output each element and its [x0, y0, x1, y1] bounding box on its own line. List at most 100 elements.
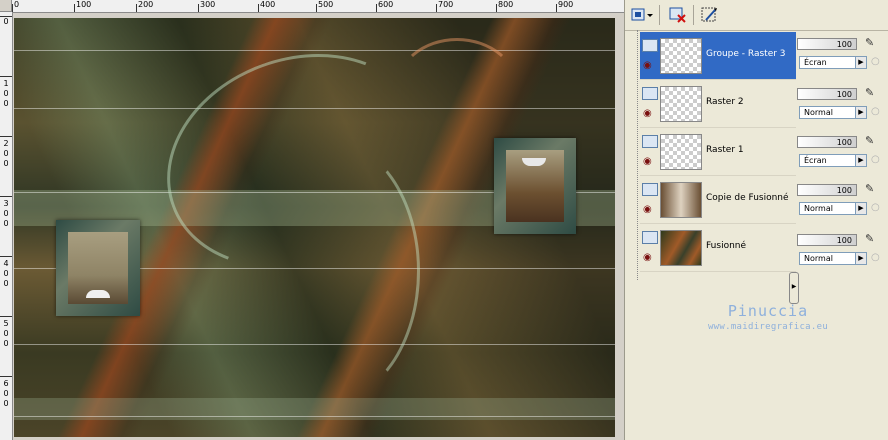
ruler-tick-label: 6 [3, 379, 9, 388]
layer-thumbnail [660, 86, 702, 122]
ruler-tick-label: 1 [3, 79, 9, 88]
ruler-tick-label: 4 [3, 259, 9, 268]
layer-row[interactable]: ◉ Raster 2 [640, 80, 796, 128]
link-icon[interactable]: ✎ [865, 86, 874, 99]
opacity-slider[interactable]: 100 [797, 38, 857, 50]
blend-mode-select[interactable]: Normal ▶ [799, 106, 867, 119]
layer-type-icon[interactable] [642, 87, 658, 100]
ruler-tick-label: 300 [200, 0, 216, 9]
ruler-tick-label: 900 [558, 0, 574, 9]
ruler-tick-label: 0 [3, 219, 9, 228]
visibility-eye-icon[interactable]: ◉ [643, 156, 652, 167]
ruler-tick-label: 0 [3, 159, 9, 168]
visibility-eye-icon[interactable]: ◉ [643, 252, 652, 263]
layer-properties-row: 100 ✎ Normal ▶ ○ [797, 178, 888, 226]
visibility-eye-icon[interactable]: ◉ [643, 204, 652, 215]
ruler-tick-label: 0 [3, 329, 9, 338]
horizontal-ruler: 0 100 200 300 400 500 600 700 800 900 [12, 0, 624, 13]
image-canvas-area: 0 100 200 300 400 500 600 700 800 900 0 … [0, 0, 624, 440]
opacity-value: 100 [836, 90, 852, 99]
ruler-tick-label: 0 [3, 149, 9, 158]
layer-thumbnail [660, 134, 702, 170]
ruler-tick-label: 5 [3, 319, 9, 328]
panel-splitter-handle[interactable]: ▶ [789, 272, 799, 304]
ruler-tick-label: 400 [260, 0, 276, 9]
ruler-tick-label: 200 [138, 0, 154, 9]
layers-palette: ◉ Groupe - Raster 3 ◉ Raster 2 ◉ Raster … [624, 0, 888, 440]
blend-mode-select[interactable]: Écran ▶ [799, 154, 867, 167]
ruler-tick-label: 0 [3, 339, 9, 348]
ruler-tick-label: 100 [76, 0, 92, 9]
layer-properties-row: 100 ✎ Normal ▶ ○ [797, 82, 888, 130]
lock-icon[interactable]: ○ [871, 56, 880, 67]
link-icon[interactable]: ✎ [865, 36, 874, 49]
layer-view-icon[interactable] [629, 4, 655, 26]
layer-row[interactable]: ◉ Copie de Fusionné [640, 176, 796, 224]
blend-mode-value: Normal [804, 204, 833, 213]
artwork-image[interactable] [14, 18, 615, 437]
vertical-ruler: 0 1 0 0 2 0 0 3 0 0 4 0 0 5 0 0 6 0 0 [0, 12, 13, 440]
layer-properties-icon[interactable] [697, 4, 723, 26]
ruler-tick-label: 0 [3, 279, 9, 288]
ruler-tick-label: 700 [438, 0, 454, 9]
image-frame-right [494, 138, 576, 234]
opacity-slider[interactable]: 100 [797, 184, 857, 196]
opacity-slider[interactable]: 100 [797, 88, 857, 100]
layers-toolbar [625, 0, 888, 31]
lock-icon[interactable]: ○ [871, 252, 880, 263]
blend-mode-select[interactable]: Écran ▶ [799, 56, 867, 69]
opacity-slider[interactable]: 100 [797, 136, 857, 148]
crescent-shape [86, 290, 110, 298]
layer-row[interactable]: ◉ Raster 1 [640, 128, 796, 176]
layer-name: Copie de Fusionné [706, 193, 789, 203]
lock-icon[interactable]: ○ [871, 154, 880, 165]
opacity-value: 100 [836, 186, 852, 195]
dropdown-arrow-icon[interactable]: ▶ [855, 203, 866, 214]
ruler-tick-label: 0 [14, 0, 20, 9]
dropdown-arrow-icon[interactable]: ▶ [855, 57, 866, 68]
link-icon[interactable]: ✎ [865, 232, 874, 245]
link-icon[interactable]: ✎ [865, 182, 874, 195]
layer-name: Groupe - Raster 3 [706, 49, 786, 59]
layer-type-icon[interactable] [642, 39, 658, 52]
watermark: Pinuccia www.maidiregrafica.eu [683, 302, 853, 332]
blend-mode-select[interactable]: Normal ▶ [799, 252, 867, 265]
link-icon[interactable]: ✎ [865, 134, 874, 147]
ruler-corner [0, 0, 12, 12]
layer-row[interactable]: ◉ Fusionné [640, 224, 796, 272]
layer-type-icon[interactable] [642, 183, 658, 196]
blend-mode-value: Écran [804, 58, 827, 67]
ruler-tick-label: 0 [3, 17, 9, 26]
lock-icon[interactable]: ○ [871, 106, 880, 117]
blend-mode-select[interactable]: Normal ▶ [799, 202, 867, 215]
opacity-slider[interactable]: 100 [797, 234, 857, 246]
layer-row[interactable]: ◉ Groupe - Raster 3 [640, 32, 796, 80]
layer-name: Raster 2 [706, 97, 744, 107]
dropdown-arrow-icon[interactable]: ▶ [855, 107, 866, 118]
layer-name: Fusionné [706, 241, 747, 251]
ruler-tick-label: 2 [3, 139, 9, 148]
dropdown-arrow-icon[interactable]: ▶ [855, 253, 866, 264]
ruler-tick-label: 500 [318, 0, 334, 9]
ruler-tick-label: 0 [3, 389, 9, 398]
opacity-value: 100 [836, 236, 852, 245]
visibility-eye-icon[interactable]: ◉ [643, 108, 652, 119]
layer-list: ◉ Groupe - Raster 3 ◉ Raster 2 ◉ Raster … [637, 30, 796, 280]
layer-thumbnail [660, 230, 702, 266]
ruler-tick-label: 0 [3, 89, 9, 98]
layer-name: Raster 1 [706, 145, 744, 155]
blend-mode-value: Normal [804, 108, 833, 117]
delete-layer-icon[interactable] [665, 4, 691, 26]
layer-type-icon[interactable] [642, 135, 658, 148]
dropdown-arrow-icon[interactable]: ▶ [855, 155, 866, 166]
ruler-tick-label: 0 [3, 399, 9, 408]
watermark-name: Pinuccia [727, 302, 809, 320]
layer-type-icon[interactable] [642, 231, 658, 244]
opacity-value: 100 [836, 138, 852, 147]
lock-icon[interactable]: ○ [871, 202, 880, 213]
layer-properties-row: 100 ✎ Écran ▶ ○ [797, 130, 888, 178]
layer-thumbnail [660, 38, 702, 74]
visibility-eye-icon[interactable]: ◉ [643, 60, 652, 71]
blend-mode-value: Normal [804, 254, 833, 263]
watermark-url: www.maidiregrafica.eu [707, 322, 829, 332]
